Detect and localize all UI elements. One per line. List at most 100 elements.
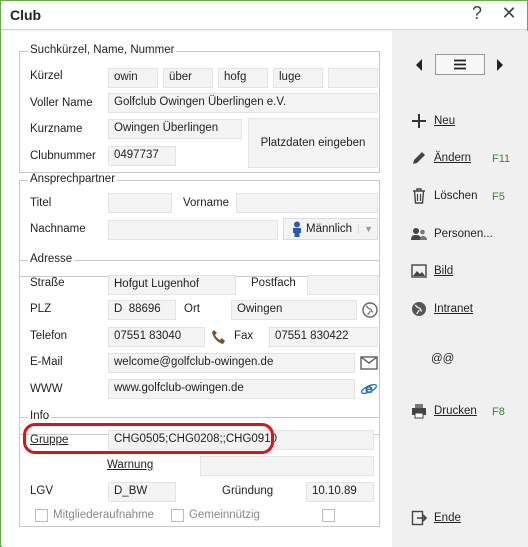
group-title: Suchkürzel, Name, Nummer bbox=[28, 44, 177, 56]
titel-field[interactable] bbox=[108, 193, 172, 213]
group-title: Info bbox=[28, 410, 52, 422]
telefon-field[interactable]: 07551 83040 bbox=[108, 327, 205, 347]
menu-button[interactable] bbox=[435, 54, 485, 75]
svg-text:e: e bbox=[365, 382, 373, 396]
globe-icon bbox=[410, 300, 428, 318]
land-value: D bbox=[114, 303, 123, 315]
window-title: Club bbox=[10, 7, 42, 23]
ende-button[interactable]: Ende bbox=[410, 509, 461, 527]
chevron-down-icon: ▼ bbox=[358, 224, 373, 234]
plz-label: PLZ bbox=[30, 303, 52, 315]
mitgliederaufnahme-label: Mitgliederaufnahme bbox=[53, 509, 155, 521]
hamburger-icon bbox=[454, 59, 466, 70]
voller-name-field[interactable]: Golfclub Owingen Überlingen e.V. bbox=[108, 93, 378, 113]
prev-arrow-icon[interactable] bbox=[414, 58, 424, 72]
help-button[interactable]: ? bbox=[465, 3, 489, 24]
highlight-circle bbox=[23, 423, 274, 454]
lgv-label: LGV bbox=[30, 485, 54, 497]
club-window: Club ? ✕ Suchkürzel, Name, Nummer Kürzel… bbox=[0, 0, 528, 547]
extra-checkbox[interactable] bbox=[322, 509, 335, 522]
pencil-icon bbox=[410, 149, 428, 167]
mitgliederaufnahme-checkbox[interactable] bbox=[35, 509, 48, 522]
personen-label: Personen... bbox=[434, 228, 493, 240]
kuerzel-field-1[interactable]: owin bbox=[108, 68, 158, 88]
mail-icon[interactable] bbox=[360, 356, 378, 370]
vorname-field[interactable] bbox=[236, 193, 378, 213]
vorname-label: Vorname bbox=[183, 197, 230, 209]
strasse-field[interactable]: Hofgut Lugenhof bbox=[108, 275, 236, 295]
group-adresse: Adresse Straße Hofgut Lugenhof Postfach … bbox=[19, 253, 380, 435]
person-icon bbox=[293, 221, 301, 237]
clubnummer-label: Clubnummer bbox=[30, 150, 96, 162]
neu-label: Neu bbox=[434, 115, 456, 127]
gemeinnuetzig-checkbox[interactable] bbox=[171, 509, 184, 522]
platzdaten-label: Platzdaten eingeben bbox=[260, 137, 366, 149]
loeschen-shortcut: F5 bbox=[492, 191, 505, 203]
personen-button[interactable]: Personen... bbox=[410, 225, 493, 243]
gruendung-label: Gründung bbox=[222, 485, 274, 497]
plus-icon bbox=[410, 112, 428, 130]
loeschen-label: Löschen bbox=[434, 190, 478, 202]
group-title: Adresse bbox=[28, 253, 75, 265]
postfach-field[interactable] bbox=[307, 275, 378, 295]
kuerzel-field-3[interactable]: hofg bbox=[218, 68, 268, 88]
intranet-button[interactable]: Intranet bbox=[410, 300, 473, 318]
phone-icon[interactable] bbox=[211, 329, 227, 345]
geschlecht-select[interactable]: Männlich ▼ bbox=[283, 218, 378, 240]
nachname-field[interactable] bbox=[108, 220, 278, 240]
close-button[interactable]: ✕ bbox=[497, 3, 521, 24]
lgv-field[interactable]: D_BW bbox=[108, 482, 176, 502]
ende-label: Ende bbox=[434, 512, 461, 524]
kuerzel-field-5[interactable] bbox=[328, 68, 378, 88]
email-field[interactable]: welcome@golfclub-owingen.de bbox=[108, 353, 355, 373]
drucken-button[interactable]: Drucken bbox=[410, 402, 477, 420]
bild-button[interactable]: Bild bbox=[410, 262, 453, 280]
group-info: Info Gruppe CHG0505;CHG0208;;CHG0910 War… bbox=[19, 410, 380, 527]
warnung-label: Warnung bbox=[107, 459, 154, 471]
group-title: Ansprechpartner bbox=[28, 173, 118, 185]
ort-field[interactable]: Owingen bbox=[231, 300, 357, 320]
people-icon bbox=[410, 225, 428, 243]
neu-button[interactable]: Neu bbox=[410, 112, 455, 130]
printer-icon bbox=[410, 402, 428, 420]
plz-field[interactable]: D 88696 bbox=[108, 300, 176, 320]
aendern-button[interactable]: Ändern bbox=[410, 149, 471, 167]
next-arrow-icon[interactable] bbox=[495, 58, 505, 72]
main-panel: Suchkürzel, Name, Nummer Kürzel owin übe… bbox=[2, 31, 392, 547]
drucken-shortcut: F8 bbox=[492, 406, 505, 418]
kuerzel-label: Kürzel bbox=[30, 70, 63, 82]
postfach-label: Postfach bbox=[251, 277, 296, 289]
www-label: WWW bbox=[30, 383, 63, 395]
titel-label: Titel bbox=[30, 197, 52, 209]
telefon-label: Telefon bbox=[30, 330, 68, 342]
email-label: E-Mail bbox=[30, 356, 63, 368]
voller-name-label: Voller Name bbox=[30, 97, 93, 109]
plz-value: 88696 bbox=[128, 303, 161, 315]
aendern-shortcut: F11 bbox=[492, 153, 511, 165]
globe-icon[interactable] bbox=[361, 301, 379, 319]
loeschen-button[interactable]: Löschen bbox=[410, 187, 477, 205]
aendern-label: Ändern bbox=[434, 152, 472, 164]
gemeinnuetzig-label: Gemeinnützig bbox=[189, 509, 260, 521]
kuerzel-field-2[interactable]: über bbox=[163, 68, 213, 88]
browser-icon[interactable]: e bbox=[360, 380, 378, 398]
sidebar: Neu Ändern F11 Löschen F5 Personen... Bi… bbox=[392, 31, 528, 547]
image-icon bbox=[410, 262, 428, 280]
clubnummer-field[interactable]: 0497737 bbox=[108, 146, 176, 166]
ort-label: Ort bbox=[184, 303, 200, 315]
fax-field[interactable]: 07551 830422 bbox=[269, 327, 378, 347]
geschlecht-value: Männlich bbox=[306, 223, 353, 235]
www-field[interactable]: www.golfclub-owingen.de bbox=[108, 379, 355, 399]
strasse-label: Straße bbox=[30, 277, 65, 289]
at-button[interactable]: @@ bbox=[431, 353, 454, 365]
warnung-field[interactable] bbox=[200, 456, 374, 476]
kuerzel-field-4[interactable]: luge bbox=[273, 68, 323, 88]
fax-label: Fax bbox=[234, 330, 254, 342]
gruendung-field[interactable]: 10.10.89 bbox=[306, 482, 374, 502]
kurzname-field[interactable]: Owingen Überlingen bbox=[108, 119, 242, 139]
trash-icon bbox=[410, 187, 428, 205]
exit-icon bbox=[410, 509, 428, 527]
intranet-label: Intranet bbox=[434, 303, 473, 315]
drucken-label: Drucken bbox=[434, 405, 477, 417]
platzdaten-button[interactable]: Platzdaten eingeben bbox=[248, 118, 378, 168]
